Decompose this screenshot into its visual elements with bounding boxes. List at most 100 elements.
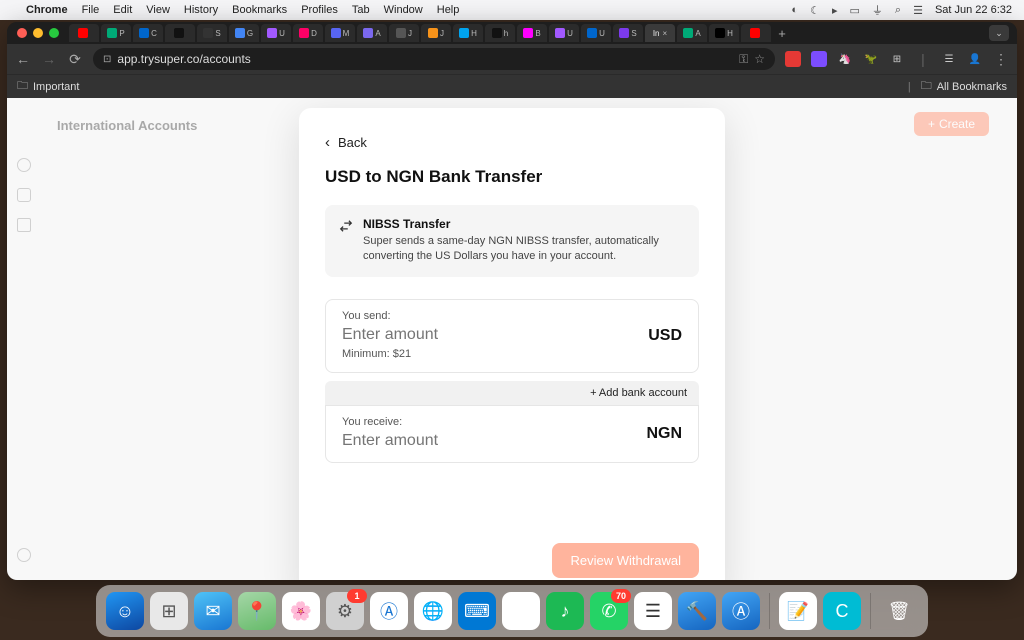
status-icon[interactable]: ◐: [791, 4, 798, 16]
menu-bookmarks[interactable]: Bookmarks: [232, 4, 287, 16]
chrome-menu-icon[interactable]: ⋮: [993, 51, 1009, 68]
play-icon[interactable]: ▸: [832, 4, 838, 17]
new-tab-button[interactable]: +: [773, 26, 791, 41]
reading-list-icon[interactable]: ☰: [941, 51, 957, 67]
minimize-window-button[interactable]: [33, 28, 43, 38]
side-panel-icon[interactable]: |: [915, 51, 931, 67]
dock-app-mail[interactable]: ✉: [194, 592, 232, 630]
dock-app-whatsapp[interactable]: ✆: [590, 592, 628, 630]
send-currency: USD: [648, 327, 682, 345]
menu-profiles[interactable]: Profiles: [301, 4, 338, 16]
browser-tab[interactable]: A: [357, 24, 387, 42]
browser-tab[interactable]: H: [453, 24, 483, 42]
browser-tab[interactable]: [741, 24, 771, 42]
extension-icon[interactable]: 🦄: [837, 51, 853, 67]
browser-tab[interactable]: A: [677, 24, 707, 42]
extensions-menu-icon[interactable]: ⊞: [889, 51, 905, 67]
folder-icon: 🗀: [17, 77, 28, 96]
nav-icon[interactable]: [17, 158, 31, 172]
menubar-clock[interactable]: Sat Jun 22 6:32: [935, 4, 1012, 16]
url-input[interactable]: ⊡ app.trysuper.co/accounts ⚿ ☆: [93, 48, 775, 70]
browser-tab[interactable]: J: [421, 24, 451, 42]
bookmark-star-icon[interactable]: ☆: [754, 52, 765, 66]
dock-app-trash[interactable]: 🗑: [880, 592, 918, 630]
site-info-icon[interactable]: ⊡: [103, 54, 111, 65]
close-window-button[interactable]: [17, 28, 27, 38]
dock-app-generic[interactable]: C: [823, 592, 861, 630]
search-icon[interactable]: ⌕: [895, 4, 901, 17]
menu-view[interactable]: View: [146, 4, 170, 16]
nav-icon[interactable]: [17, 218, 31, 232]
extension-icon[interactable]: [785, 51, 801, 67]
dock-app-settings[interactable]: ⚙: [326, 592, 364, 630]
menu-window[interactable]: Window: [384, 4, 423, 16]
menu-history[interactable]: History: [184, 4, 218, 16]
dock-app-reminders[interactable]: ☰: [634, 592, 672, 630]
browser-tab[interactable]: U: [261, 24, 291, 42]
bookmark-folder-important[interactable]: 🗀 Important: [17, 77, 79, 96]
app-name[interactable]: Chrome: [26, 4, 68, 16]
dock-app-finder[interactable]: ☺: [106, 592, 144, 630]
maximize-window-button[interactable]: [49, 28, 59, 38]
send-amount-input[interactable]: [342, 326, 580, 344]
browser-tab[interactable]: C: [133, 24, 163, 42]
menu-help[interactable]: Help: [437, 4, 460, 16]
dock-app-xcode[interactable]: Ⓐ: [370, 592, 408, 630]
create-button[interactable]: +Create: [914, 112, 989, 136]
menu-tab[interactable]: Tab: [352, 4, 370, 16]
control-center-icon[interactable]: ☰: [913, 4, 923, 17]
moon-icon[interactable]: ☾: [810, 4, 820, 17]
dock-app-spotify[interactable]: ♪: [546, 592, 584, 630]
send-minimum: Minimum: $21: [342, 348, 682, 360]
menu-file[interactable]: File: [82, 4, 100, 16]
browser-tab[interactable]: [165, 24, 195, 42]
you-receive-field[interactable]: You receive: NGN: [325, 405, 699, 463]
dock-app-vscode[interactable]: ⌨: [458, 592, 496, 630]
forward-button[interactable]: →: [41, 51, 57, 67]
extension-icon[interactable]: [811, 51, 827, 67]
nav-icon[interactable]: [17, 188, 31, 202]
browser-tab[interactable]: U: [581, 24, 611, 42]
back-button[interactable]: ←: [15, 51, 31, 67]
receive-amount-input[interactable]: [342, 432, 580, 450]
browser-tab[interactable]: G: [229, 24, 259, 42]
tab-overflow-button[interactable]: ⌄: [989, 25, 1009, 41]
browser-tab[interactable]: [69, 24, 99, 42]
browser-tab[interactable]: h: [485, 24, 515, 42]
dock-app-maps[interactable]: 📍: [238, 592, 276, 630]
dock-app-xcode-tools[interactable]: 🔨: [678, 592, 716, 630]
page-title: International Accounts: [57, 118, 197, 133]
browser-tab[interactable]: S: [197, 24, 227, 42]
dock-app-appstore[interactable]: Ⓐ: [722, 592, 760, 630]
display-icon[interactable]: ▭: [849, 4, 859, 17]
dock-app-notes[interactable]: 📝: [779, 592, 817, 630]
menu-edit[interactable]: Edit: [113, 4, 132, 16]
dock-app-photos[interactable]: 🌸: [282, 592, 320, 630]
dock-app-slack[interactable]: #: [502, 592, 540, 630]
browser-tab[interactable]: S: [613, 24, 643, 42]
browser-tab-active[interactable]: In ×: [645, 24, 675, 42]
add-bank-account-button[interactable]: + Add bank account: [325, 381, 699, 405]
profile-avatar[interactable]: 👤: [967, 51, 983, 67]
address-bar: ← → ⟳ ⊡ app.trysuper.co/accounts ⚿ ☆ 🦄 🦖…: [7, 44, 1017, 74]
browser-tab[interactable]: D: [293, 24, 323, 42]
receive-currency: NGN: [646, 425, 682, 443]
browser-tab[interactable]: H: [709, 24, 739, 42]
browser-tab[interactable]: U: [549, 24, 579, 42]
browser-tab[interactable]: B: [517, 24, 547, 42]
password-key-icon[interactable]: ⚿: [739, 52, 748, 67]
dock-app-launchpad[interactable]: ⊞: [150, 592, 188, 630]
review-withdrawal-button[interactable]: Review Withdrawal: [552, 543, 699, 578]
browser-tab[interactable]: J: [389, 24, 419, 42]
back-button[interactable]: ‹ Back: [325, 134, 699, 151]
reload-button[interactable]: ⟳: [67, 51, 83, 68]
dock-app-chrome[interactable]: 🌐: [414, 592, 452, 630]
browser-tab[interactable]: M: [325, 24, 355, 42]
settings-icon[interactable]: [17, 548, 31, 562]
bookmark-all-bookmarks[interactable]: 🗀 All Bookmarks: [921, 77, 1007, 96]
you-send-field[interactable]: You send: USD Minimum: $21: [325, 299, 699, 373]
tab-strip: P C S G U D M A J J H h B U U S In × A H…: [7, 22, 1017, 44]
wifi-icon[interactable]: ⏚: [872, 2, 883, 18]
browser-tab[interactable]: P: [101, 24, 131, 42]
extension-icon[interactable]: 🦖: [863, 51, 879, 67]
